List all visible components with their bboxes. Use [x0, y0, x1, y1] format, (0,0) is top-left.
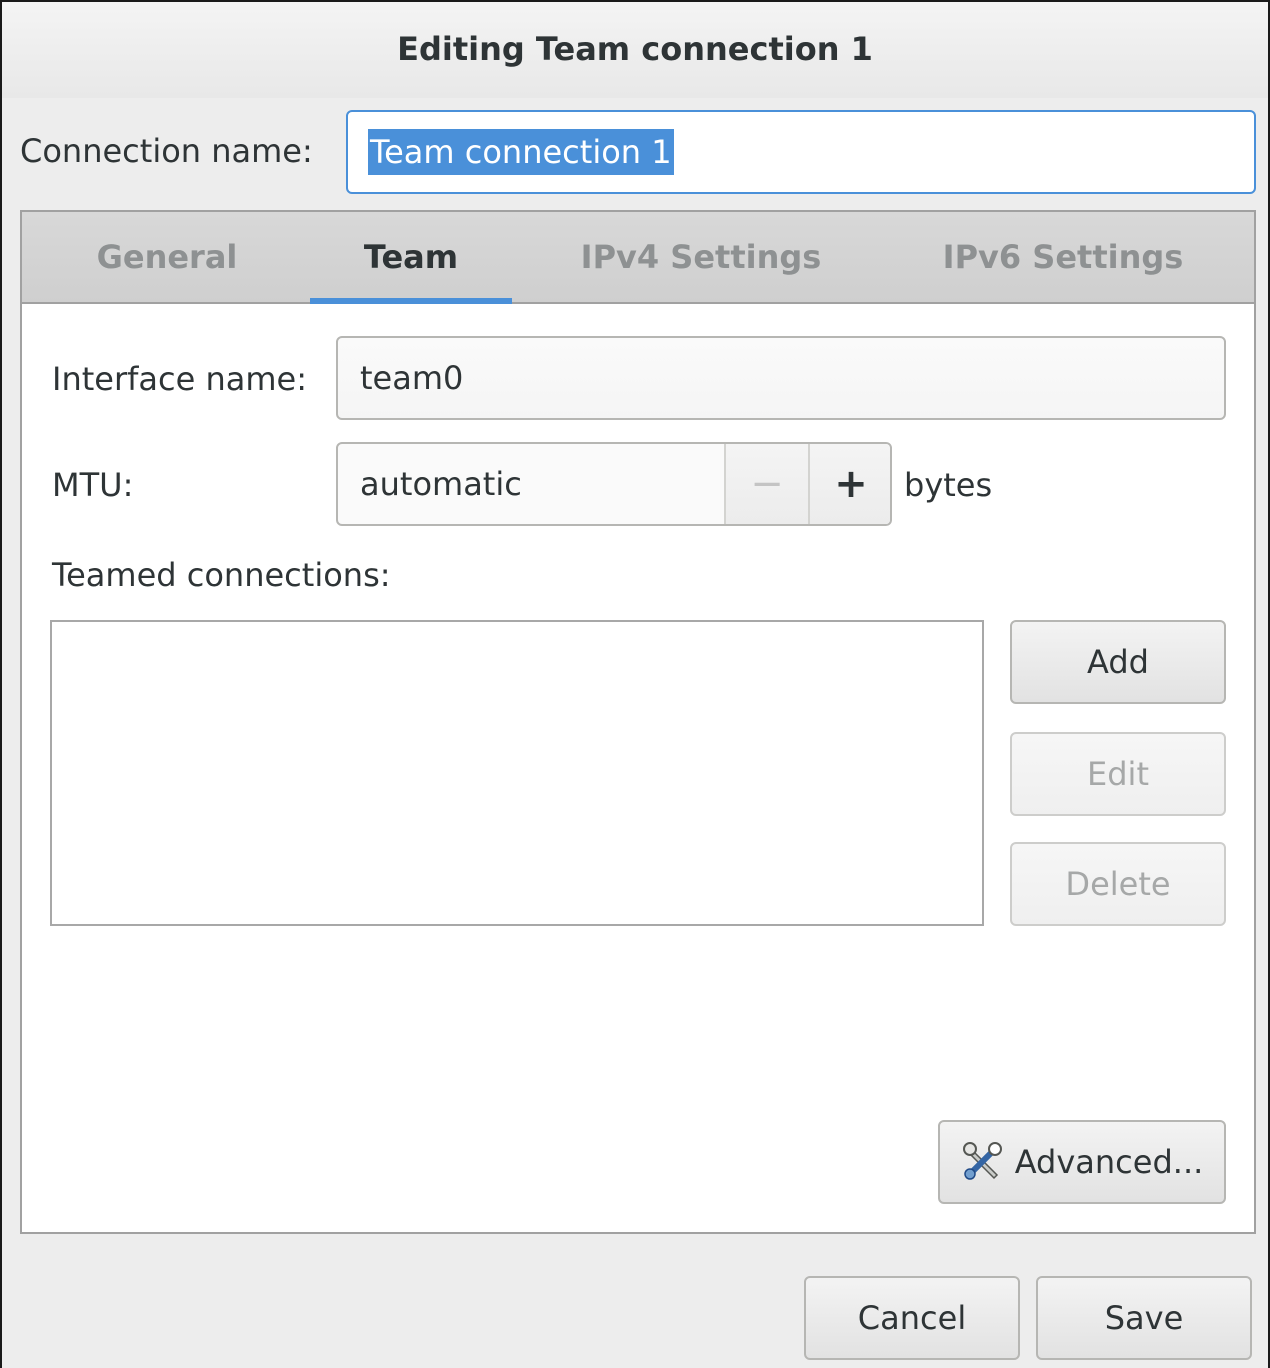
add-button-label: Add: [1087, 643, 1149, 681]
edit-button-label: Edit: [1087, 755, 1149, 793]
tab-general[interactable]: General: [82, 212, 252, 302]
advanced-button[interactable]: Advanced...: [938, 1120, 1226, 1204]
interface-name-label: Interface name:: [52, 360, 307, 398]
tab-general-label: General: [96, 238, 238, 276]
tab-team[interactable]: Team: [310, 212, 512, 304]
tab-bar: General Team IPv4 Settings IPv6 Settings: [22, 212, 1254, 304]
save-button[interactable]: Save: [1036, 1276, 1252, 1360]
interface-name-input[interactable]: team0: [336, 336, 1226, 420]
tab-ipv6-label: IPv6 Settings: [942, 238, 1184, 276]
mtu-value: automatic: [360, 465, 522, 503]
window-title: Editing Team connection 1: [397, 30, 873, 68]
title-bar[interactable]: Editing Team connection 1: [2, 2, 1268, 98]
minus-icon: −: [750, 461, 784, 507]
tools-icon: [961, 1141, 1003, 1183]
add-button[interactable]: Add: [1010, 620, 1226, 704]
edit-button[interactable]: Edit: [1010, 732, 1226, 816]
delete-button-label: Delete: [1065, 865, 1171, 903]
edit-connection-dialog: Editing Team connection 1 Connection nam…: [0, 0, 1270, 1368]
delete-button[interactable]: Delete: [1010, 842, 1226, 926]
connection-name-input[interactable]: Team connection 1: [346, 110, 1256, 194]
cancel-button-label: Cancel: [857, 1299, 967, 1337]
connection-name-value: Team connection 1: [368, 129, 674, 175]
tab-ipv4-label: IPv4 Settings: [580, 238, 822, 276]
teamed-connections-label: Teamed connections:: [52, 556, 391, 594]
plus-icon: +: [834, 461, 868, 507]
team-tab-panel: Interface name: team0 MTU: automatic − +…: [22, 304, 1254, 1232]
mtu-decrement-button[interactable]: −: [724, 444, 808, 524]
mtu-label: MTU:: [52, 466, 134, 504]
tab-team-label: Team: [363, 238, 459, 276]
cancel-button[interactable]: Cancel: [804, 1276, 1020, 1360]
connection-name-label: Connection name:: [20, 132, 313, 170]
advanced-button-label: Advanced...: [1014, 1143, 1204, 1181]
tab-ipv4-settings[interactable]: IPv4 Settings: [570, 212, 832, 302]
mtu-unit-label: bytes: [904, 466, 993, 504]
save-button-label: Save: [1104, 1299, 1184, 1337]
tab-ipv6-settings[interactable]: IPv6 Settings: [932, 212, 1194, 302]
teamed-connections-list[interactable]: [50, 620, 984, 926]
settings-notebook: General Team IPv4 Settings IPv6 Settings…: [20, 210, 1256, 1234]
mtu-spinbutton[interactable]: automatic − +: [336, 442, 892, 526]
interface-name-value: team0: [360, 359, 464, 397]
mtu-increment-button[interactable]: +: [808, 444, 890, 524]
